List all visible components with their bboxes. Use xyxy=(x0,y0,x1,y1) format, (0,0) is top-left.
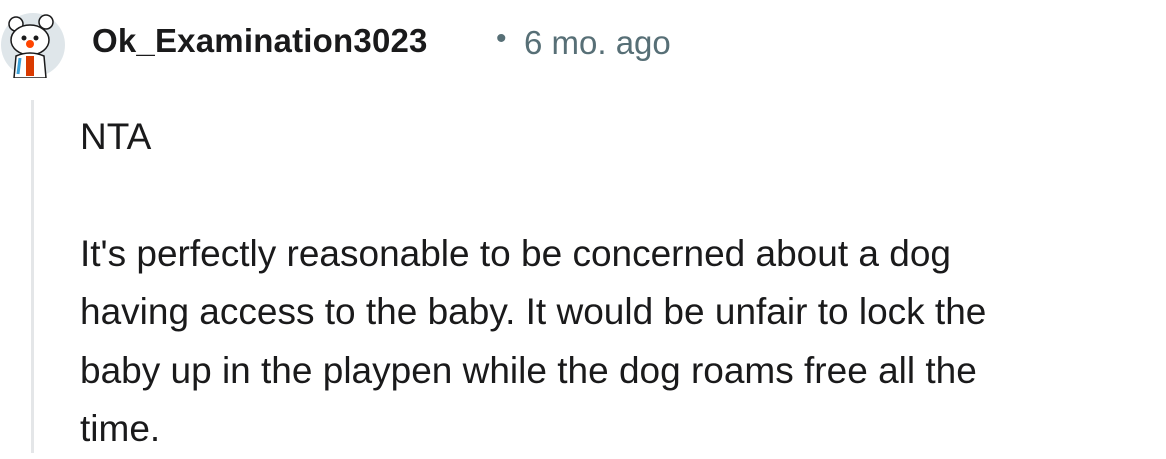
comment-author-link[interactable]: Ok_Examination3023 xyxy=(92,22,428,60)
comment-text-line: It's perfectly reasonable to be concerne… xyxy=(80,232,951,274)
comment-paragraph: NTA xyxy=(80,108,1160,167)
comment-timestamp[interactable]: 6 mo. ago xyxy=(524,24,671,62)
comment-text-line: NTA xyxy=(80,116,152,157)
thread-collapse-line[interactable] xyxy=(31,100,34,453)
user-avatar-icon[interactable] xyxy=(0,12,66,79)
comment-text-line: baby up in the playpen while the dog roa… xyxy=(80,349,977,391)
comment: Ok_Examination3023 • 6 mo. ago NTA It's … xyxy=(0,0,1166,453)
comment-paragraph: It's perfectly reasonable to be concerne… xyxy=(80,225,1160,459)
comment-text-line: time. xyxy=(80,408,161,449)
comment-text-line: having access to the baby. It would be u… xyxy=(80,291,987,332)
comment-body: NTA It's perfectly reasonable to be conc… xyxy=(80,108,1160,459)
meta-separator: • xyxy=(496,22,507,55)
